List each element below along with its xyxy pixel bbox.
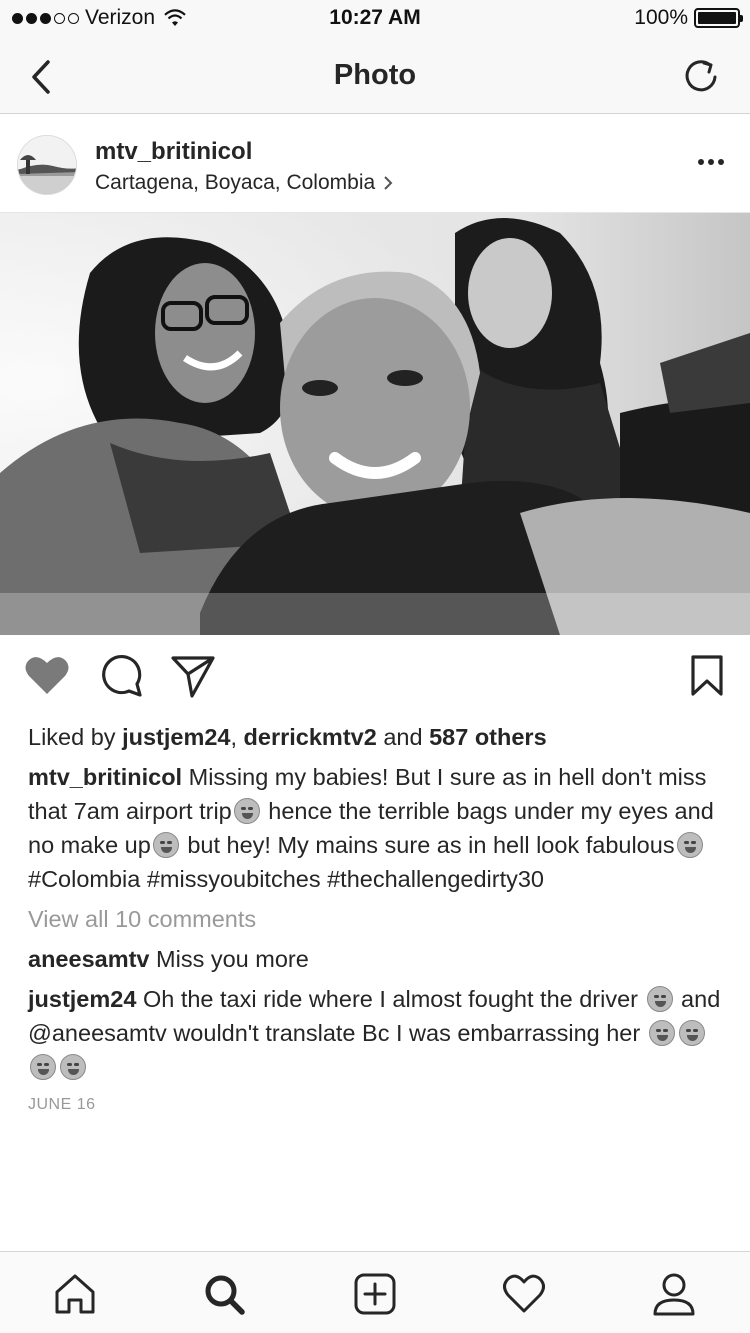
caption-text: but hey! My mains sure as in hell look f… (180, 832, 675, 858)
woman-tipping-hand-emoji-icon (676, 832, 703, 858)
refresh-icon[interactable] (680, 56, 722, 98)
post-header: mtv_britinicol Cartagena, Boyaca, Colomb… (0, 115, 750, 213)
avatar[interactable] (17, 135, 77, 195)
status-bar: Verizon 10:27 AM 100% (0, 0, 750, 40)
laughing-emoji-icon (233, 798, 260, 824)
crying-emoji-icon (30, 1054, 56, 1080)
winking-tongue-emoji-icon (152, 832, 179, 858)
likes-others-link[interactable]: 587 others (429, 724, 547, 750)
post-date: JUNE 16 (28, 1096, 96, 1113)
post-caption: mtv_britinicol Missing my babies! But I … (28, 760, 728, 896)
comment-author[interactable]: aneesamtv (28, 946, 150, 972)
view-all-comments-link[interactable]: View all 10 comments (28, 902, 728, 936)
caption-author[interactable]: mtv_britinicol (28, 764, 182, 790)
comment-item: justjem24 Oh the taxi ride where I almos… (28, 982, 728, 1084)
comment-text: Miss you more (149, 946, 309, 972)
post-photo[interactable] (0, 213, 750, 635)
crying-emoji-icon (648, 1020, 675, 1046)
crying-emoji-icon (60, 1054, 86, 1080)
like-heart-icon[interactable] (24, 654, 70, 696)
share-send-icon[interactable] (170, 654, 216, 698)
likes-prefix: Liked by (28, 724, 123, 750)
page-title: Photo (333, 59, 417, 91)
profile-icon[interactable] (652, 1272, 696, 1316)
tab-bar (0, 1251, 750, 1333)
battery-percent: 100% (634, 6, 688, 29)
battery-icon (694, 8, 743, 28)
comment-author[interactable]: justjem24 (28, 986, 136, 1012)
nav-bar: Photo (0, 40, 750, 114)
activity-heart-icon[interactable] (502, 1272, 546, 1316)
location-label: Cartagena, Boyaca, Colombia (95, 171, 376, 194)
caption-hashtags[interactable]: #Colombia #missyoubitches #thechallenged… (28, 866, 544, 892)
likes-summary[interactable]: Liked by justjem24, derrickmtv2 and 587 … (28, 720, 728, 754)
comment-text: Oh the taxi ride where I almost fought t… (136, 986, 645, 1012)
comment-item: aneesamtv Miss you more (28, 942, 728, 976)
likes-and: and (376, 724, 430, 750)
likes-separator: , (230, 724, 244, 750)
post-location[interactable]: Cartagena, Boyaca, Colombia (95, 171, 393, 195)
bookmark-icon[interactable] (690, 654, 724, 698)
post-actions (0, 654, 750, 706)
chevron-left-icon[interactable] (26, 58, 60, 96)
home-icon[interactable] (53, 1272, 97, 1316)
post-username[interactable]: mtv_britinicol (95, 138, 252, 166)
chevron-right-icon (384, 176, 393, 190)
crying-emoji-icon (678, 1020, 705, 1046)
liker-link[interactable]: derrickmtv2 (244, 724, 377, 750)
search-icon[interactable] (202, 1272, 246, 1316)
add-post-icon[interactable] (353, 1272, 397, 1316)
liker-link[interactable]: justjem24 (122, 724, 230, 750)
post-content: Liked by justjem24, derrickmtv2 and 587 … (28, 720, 728, 1122)
more-options-button[interactable] (698, 155, 724, 169)
status-right: 100% (634, 6, 743, 30)
comment-icon[interactable] (99, 654, 143, 698)
crying-emoji-icon (646, 986, 673, 1012)
